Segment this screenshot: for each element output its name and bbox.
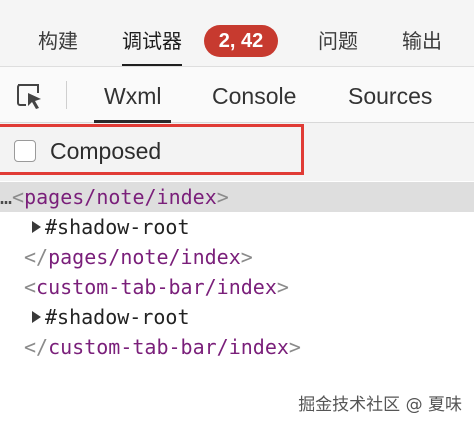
tab-sources[interactable]: Sources (348, 81, 432, 111)
expand-arrow-icon[interactable] (32, 221, 41, 233)
tab-issues[interactable]: 问题 (318, 26, 358, 56)
watermark: 掘金技术社区 @ 夏味 (298, 395, 462, 415)
tab-wxml[interactable]: Wxml (93, 81, 173, 123)
annotation-highlight-box (0, 124, 304, 175)
panel-tab-bar: Wxml Console Sources (0, 67, 474, 123)
inspect-element-icon[interactable] (14, 81, 44, 111)
tab-output[interactable]: 输出 (402, 26, 442, 56)
tree-node-shadow-root[interactable]: #shadow-root (0, 302, 474, 332)
tree-node-custom-tab-bar-close[interactable]: </custom-tab-bar/index> (0, 332, 474, 362)
expand-arrow-icon[interactable] (32, 311, 41, 323)
tab-build[interactable]: 构建 (38, 26, 78, 56)
tree-node-custom-tab-bar-open[interactable]: <custom-tab-bar/index> (0, 272, 474, 302)
tree-node-pages-note-open[interactable]: …<pages/note/index> (0, 182, 474, 212)
tree-node-shadow-root[interactable]: #shadow-root (0, 212, 474, 242)
error-warning-count-badge: 2, 42 (204, 25, 278, 57)
tab-console[interactable]: Console (212, 81, 296, 111)
devtools-top-tab-bar: 构建 调试器 2, 42 问题 输出 (0, 0, 474, 67)
toolbar-divider (66, 81, 67, 109)
tab-debugger[interactable]: 调试器 (122, 26, 182, 66)
ellipsis-icon: … (0, 185, 13, 209)
tree-node-pages-note-close[interactable]: </pages/note/index> (0, 242, 474, 272)
